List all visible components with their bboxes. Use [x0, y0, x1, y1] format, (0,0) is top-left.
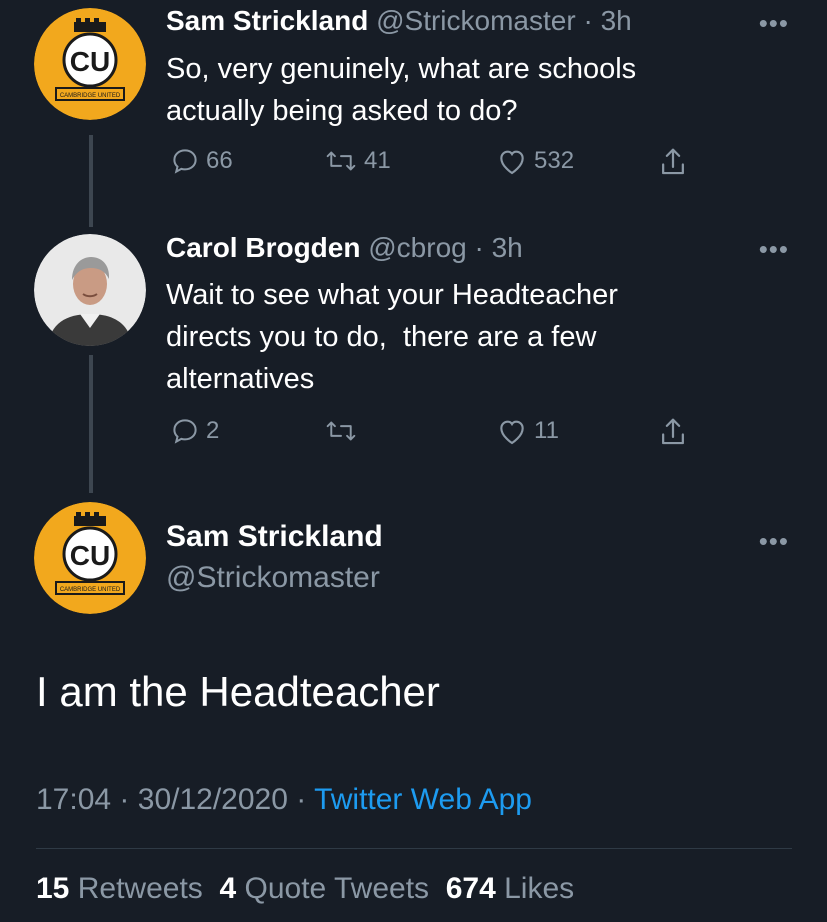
avatar-carol-brogden[interactable] [34, 234, 146, 346]
badge-banner: CAMBRIDGE UNITED [60, 587, 121, 593]
cambridge-united-badge-icon: CU CAMBRIDGE UNITED [34, 502, 146, 614]
badge-letters: CU [70, 46, 110, 77]
main-more-icon[interactable]: ••• [759, 528, 789, 554]
tweet2-retweet-button[interactable] [324, 416, 358, 446]
quotes-stat[interactable]: 4 Quote Tweets [219, 872, 429, 905]
thread-line-2 [89, 355, 93, 493]
tweet2-text-line1: Wait to see what your Headteacher [166, 279, 618, 311]
tweet2-like-count: 11 [534, 417, 559, 444]
tweet1-more-icon[interactable]: ••• [759, 10, 789, 36]
retweets-count: 15 [36, 872, 70, 905]
tweet2-handle[interactable]: @cbrog [368, 232, 466, 263]
share-icon [662, 148, 684, 175]
tweet1-separator: · [583, 5, 593, 36]
main-tweet-stats: 15 Retweets 4 Quote Tweets 674 Likes [36, 872, 574, 906]
tweet1-like-count: 532 [534, 147, 575, 174]
share-icon [662, 418, 684, 445]
stats-divider [36, 848, 792, 849]
tweet1-time[interactable]: 3h [601, 5, 632, 36]
likes-count: 674 [445, 872, 496, 905]
tweet1-retweet-button[interactable]: 41 [324, 146, 391, 176]
tweet1-header: Sam Strickland @Strickomaster · 3h [166, 4, 632, 38]
retweets-label: Retweets [77, 872, 203, 905]
tweet1-reply-count: 66 [206, 147, 233, 174]
tweet1-text-line2: actually being asked to do? [166, 95, 518, 127]
cambridge-united-badge-icon: CU CAMBRIDGE UNITED [34, 8, 146, 120]
main-author-handle[interactable]: @Strickomaster [166, 561, 380, 595]
heart-icon [500, 150, 524, 175]
tweet2-like-button[interactable]: 11 [496, 416, 559, 446]
tweet2-more-icon[interactable]: ••• [759, 236, 789, 262]
tweet1-handle[interactable]: @Strickomaster [376, 5, 576, 36]
tweet2-name[interactable]: Carol Brogden [166, 232, 360, 263]
tweet1-share-button[interactable] [658, 146, 688, 178]
retweet-icon [326, 421, 356, 441]
quotes-label: Quote Tweets [244, 872, 430, 905]
tweet1-retweet-count: 41 [364, 147, 391, 174]
tweet2-text-line2: directs you to do, there are a few [166, 321, 597, 353]
meta-separator-1: · [119, 783, 130, 816]
avatar-cambridge-united-main[interactable]: CU CAMBRIDGE UNITED [34, 502, 146, 614]
likes-stat[interactable]: 674 Likes [446, 872, 574, 905]
profile-photo-icon [34, 234, 146, 346]
main-tweet-text: I am the Headteacher [36, 668, 440, 715]
reply-icon [173, 419, 197, 444]
tweet2-text-line3: alternatives [166, 363, 315, 395]
tweet2-text: Wait to see what your Headteacher direct… [166, 274, 766, 400]
tweet1-text-line1: So, very genuinely, what are schools [166, 53, 637, 85]
main-tweet-meta: 17:04 · 30/12/2020 · Twitter Web App [36, 783, 532, 817]
heart-icon [500, 420, 524, 445]
likes-label: Likes [504, 872, 575, 905]
main-author-name[interactable]: Sam Strickland [166, 520, 383, 554]
tweet2-header: Carol Brogden @cbrog · 3h [166, 231, 523, 265]
tweet1-reply-button[interactable]: 66 [170, 146, 233, 176]
badge-banner: CAMBRIDGE UNITED [60, 93, 121, 99]
tweet1-name[interactable]: Sam Strickland [166, 5, 368, 36]
main-app-link[interactable]: Twitter Web App [314, 783, 532, 816]
tweet2-share-button[interactable] [658, 416, 688, 448]
tweet2-reply-button[interactable]: 2 [170, 416, 219, 446]
tweet1-like-button[interactable]: 532 [496, 146, 574, 176]
tweet2-separator: · [474, 232, 484, 263]
badge-letters: CU [70, 540, 110, 571]
tweet1-actions: 66 41 532 [166, 146, 726, 186]
meta-separator-2: · [296, 783, 307, 816]
tweet-thread-screen: CU CAMBRIDGE UNITED Sam Strickland @Stri… [0, 0, 827, 922]
main-time[interactable]: 17:04 [36, 783, 111, 816]
thread-line-1 [89, 135, 93, 227]
quotes-count: 4 [219, 872, 237, 905]
tweet2-time[interactable]: 3h [492, 232, 523, 263]
retweet-icon [326, 151, 356, 171]
tweet2-reply-count: 2 [206, 417, 220, 444]
reply-icon [173, 149, 197, 174]
tweet2-actions: 2 11 [166, 416, 726, 456]
avatar-cambridge-united[interactable]: CU CAMBRIDGE UNITED [34, 8, 146, 120]
main-date[interactable]: 30/12/2020 [138, 783, 288, 816]
tweet1-text: So, very genuinely, what are schools act… [166, 48, 766, 132]
retweets-stat[interactable]: 15 Retweets [36, 872, 203, 905]
